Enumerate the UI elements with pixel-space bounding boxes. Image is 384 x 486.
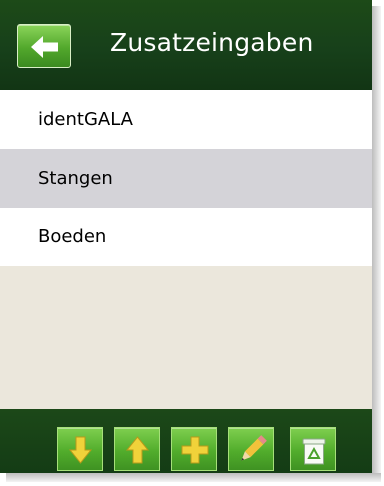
edit-button[interactable] bbox=[228, 427, 274, 471]
list-item-boeden[interactable]: Boeden bbox=[0, 208, 372, 266]
window-shadow bbox=[6, 473, 381, 482]
pencil-icon bbox=[241, 435, 267, 461]
move-up-button[interactable] bbox=[114, 427, 160, 471]
list-item-label: identGALA bbox=[38, 109, 133, 130]
arrow-up-icon bbox=[125, 436, 150, 464]
entry-list: identGALA Stangen Boeden bbox=[0, 90, 372, 266]
plus-icon bbox=[181, 436, 209, 464]
app-window: Zusatzeingaben identGALA Stangen Boeden bbox=[0, 0, 372, 473]
list-item-stangen[interactable]: Stangen bbox=[0, 149, 372, 208]
list-item-label: Boeden bbox=[38, 226, 107, 247]
page-title: Zusatzeingaben bbox=[110, 28, 314, 57]
recycle-bin-icon bbox=[302, 438, 326, 465]
arrow-left-icon bbox=[31, 36, 58, 58]
list-item-identgala[interactable]: identGALA bbox=[0, 90, 372, 149]
delete-button[interactable] bbox=[290, 427, 336, 471]
add-button[interactable] bbox=[171, 427, 217, 471]
window-shadow bbox=[372, 6, 381, 476]
header-bar: Zusatzeingaben bbox=[0, 0, 372, 90]
back-button[interactable] bbox=[17, 24, 71, 68]
arrow-down-icon bbox=[68, 436, 93, 464]
list-item-label: Stangen bbox=[38, 168, 113, 189]
bottom-toolbar bbox=[0, 409, 372, 473]
move-down-button[interactable] bbox=[57, 427, 103, 471]
